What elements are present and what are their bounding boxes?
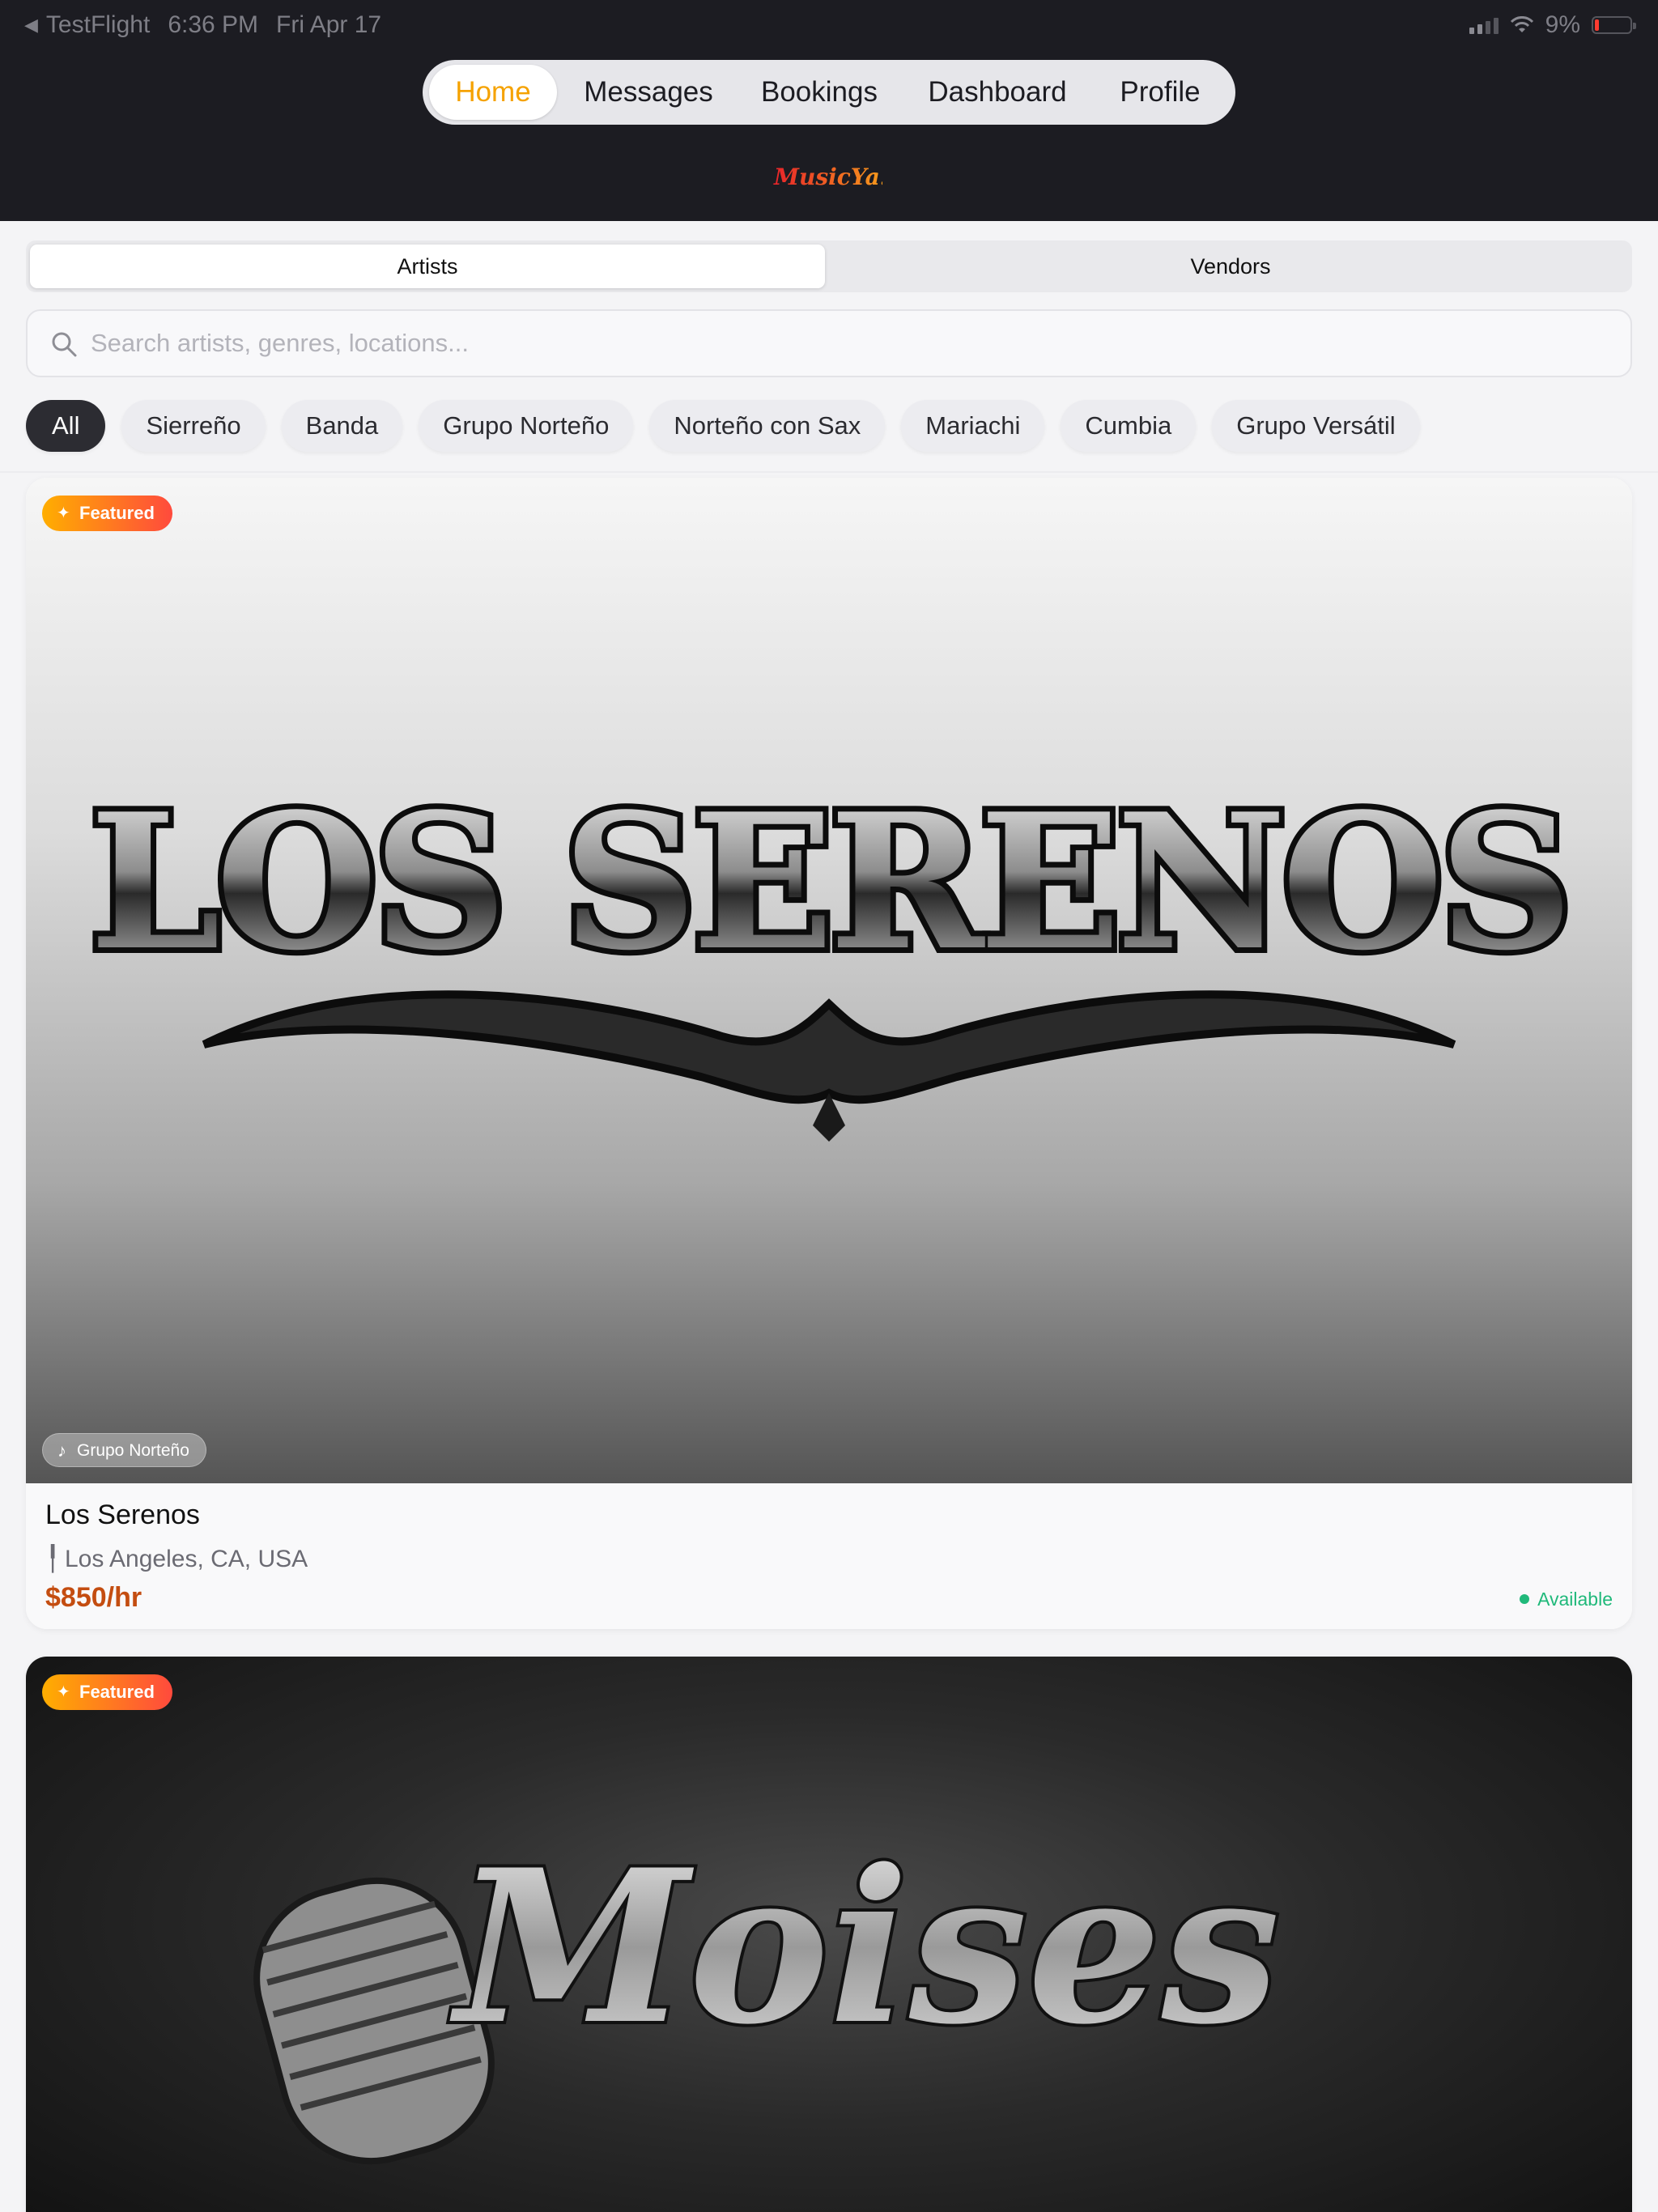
- logo-text: MusicYa!: [773, 164, 882, 190]
- battery-icon: [1592, 16, 1636, 34]
- tab-home[interactable]: Home: [429, 65, 557, 120]
- artist-price: $850/hr: [45, 1582, 142, 1613]
- availability-status: Available: [1520, 1589, 1613, 1610]
- chip-grupo-norteno[interactable]: Grupo Norteño: [419, 400, 634, 452]
- app-header: ◀ TestFlight 6:36 PM Fri Apr 17 9% Home …: [0, 0, 1658, 221]
- category-segmented-control: Artists Vendors: [26, 240, 1632, 292]
- back-app-label[interactable]: TestFlight: [46, 11, 150, 39]
- artist-logo-text: Moises: [449, 1824, 1280, 2071]
- search-input[interactable]: [91, 324, 1596, 363]
- status-date: Fri Apr 17: [276, 11, 382, 38]
- location-pin-icon: ╿: [45, 1546, 61, 1572]
- chip-mariachi[interactable]: Mariachi: [901, 400, 1045, 452]
- band-logo-text: LOS SERENOS: [90, 773, 1569, 992]
- main-tab-bar: Home Messages Bookings Dashboard Profile: [423, 60, 1235, 125]
- artist-image[interactable]: LOS SERENOS ✦ Featured ♪ Grupo Norteño: [26, 478, 1632, 1483]
- app-logo: MusicYa!: [773, 164, 882, 190]
- chip-cumbia[interactable]: Cumbia: [1061, 400, 1197, 452]
- segment-vendors[interactable]: Vendors: [833, 245, 1628, 288]
- search-bar: [26, 309, 1632, 377]
- featured-badge: ✦ Featured: [42, 1674, 172, 1710]
- segment-artists[interactable]: Artists: [30, 245, 825, 288]
- sparkle-icon: ✦: [57, 1683, 70, 1701]
- cellular-signal-icon: [1469, 16, 1499, 34]
- genre-filter-chips: All Sierreño Banda Grupo Norteño Norteño…: [26, 400, 1420, 452]
- chip-sierreno[interactable]: Sierreño: [121, 400, 266, 452]
- wifi-icon: [1510, 16, 1533, 32]
- artist-location: ╿ Los Angeles, CA, USA: [45, 1546, 308, 1572]
- artist-logo-image: Moises: [253, 1821, 1283, 2165]
- artist-card[interactable]: LOS SERENOS ✦ Featured ♪ Grupo Norteño Los…: [26, 478, 1632, 1629]
- back-arrow-icon[interactable]: ◀: [24, 15, 38, 36]
- chip-all[interactable]: All: [26, 400, 106, 452]
- artist-name: Los Serenos: [45, 1499, 200, 1530]
- music-note-icon: ♪: [57, 1440, 66, 1461]
- tab-bookings[interactable]: Bookings: [738, 65, 900, 120]
- featured-badge: ✦ Featured: [42, 496, 172, 531]
- artist-info: Los Serenos ╿ Los Angeles, CA, USA $850/h…: [26, 1483, 1632, 1629]
- divider: [0, 471, 1658, 473]
- status-bar: ◀ TestFlight 6:36 PM Fri Apr 17 9%: [0, 0, 1658, 52]
- battery-percent: 9%: [1545, 11, 1580, 38]
- status-dot-icon: [1520, 1594, 1530, 1604]
- artist-image[interactable]: Moises ✦ Featured: [26, 1657, 1632, 2212]
- chip-grupo-versatil[interactable]: Grupo Versátil: [1212, 400, 1420, 452]
- search-icon: [52, 332, 77, 357]
- sparkle-icon: ✦: [57, 504, 70, 522]
- genre-tag: ♪ Grupo Norteño: [42, 1433, 206, 1467]
- artist-card[interactable]: Moises ✦ Featured: [26, 1657, 1632, 2212]
- status-time: 6:36 PM: [168, 11, 259, 38]
- tab-profile[interactable]: Profile: [1091, 65, 1229, 120]
- chip-banda[interactable]: Banda: [281, 400, 403, 452]
- band-logo-image: LOS SERENOS: [84, 768, 1579, 1142]
- tab-dashboard[interactable]: Dashboard: [908, 65, 1086, 120]
- chip-norteno-con-sax[interactable]: Norteño con Sax: [649, 400, 886, 452]
- tab-messages[interactable]: Messages: [565, 65, 732, 120]
